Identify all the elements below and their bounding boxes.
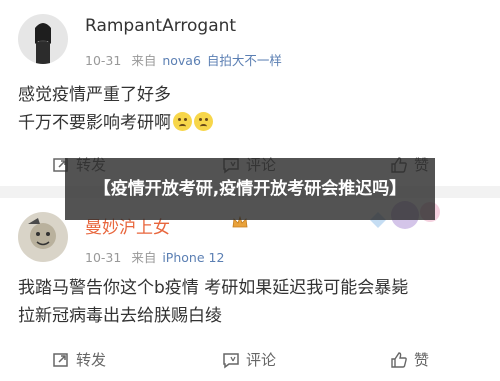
avatar-image	[18, 212, 68, 262]
action-bar: 转发 评论 赞	[0, 345, 500, 375]
post-text-line: 我踏马警告你这个b疫情 考研如果延迟我可能会暴毙	[18, 278, 409, 298]
avatar-image	[18, 14, 68, 64]
username[interactable]: RampantArrogant	[85, 16, 236, 36]
post-text: 我踏马警告你这个b疫情 考研如果延迟我可能会暴毙 拉新冠病毒出去给朕赐白绫	[18, 274, 488, 330]
like-label: 赞	[414, 351, 430, 369]
post-date: 10-31	[85, 53, 122, 68]
comment-button[interactable]: 评论	[222, 349, 276, 370]
post-text-line-2: 拉新冠病毒出去给朕赐白绫	[18, 306, 222, 326]
post-text-line-2-content: 千万不要影响考研啊	[18, 113, 171, 133]
source-prefix: 来自	[131, 250, 157, 265]
sad-emoji-icon	[173, 112, 192, 131]
comment-icon	[223, 352, 239, 368]
repost-icon	[53, 352, 68, 367]
overlay-title: 【疫情开放考研,疫情开放考研会推迟吗】	[65, 158, 435, 220]
post-text-line: 感觉疫情严重了好多	[18, 85, 171, 105]
like-button[interactable]: 赞	[390, 349, 429, 370]
post-text-line-2: 千万不要影响考研啊	[18, 109, 488, 137]
post-meta: 10-31 来自 nova6 自拍大不一样	[85, 50, 288, 69]
post-date: 10-31	[85, 250, 122, 265]
repost-button[interactable]: 转发	[52, 349, 106, 370]
sad-emoji-icon	[194, 112, 213, 131]
source-device[interactable]: nova6	[162, 53, 201, 68]
source-device[interactable]: iPhone 12	[162, 250, 224, 265]
avatar[interactable]	[18, 212, 68, 262]
repost-label: 转发	[76, 351, 107, 369]
avatar[interactable]	[18, 14, 68, 64]
post-text: 感觉疫情严重了好多 千万不要影响考研啊	[18, 81, 488, 137]
source-prefix: 来自	[131, 53, 157, 68]
post-meta: 10-31 来自 iPhone 12	[85, 247, 230, 266]
source-suffix[interactable]: 自拍大不一样	[207, 53, 282, 68]
like-icon	[391, 351, 407, 368]
comment-label: 评论	[246, 351, 277, 369]
